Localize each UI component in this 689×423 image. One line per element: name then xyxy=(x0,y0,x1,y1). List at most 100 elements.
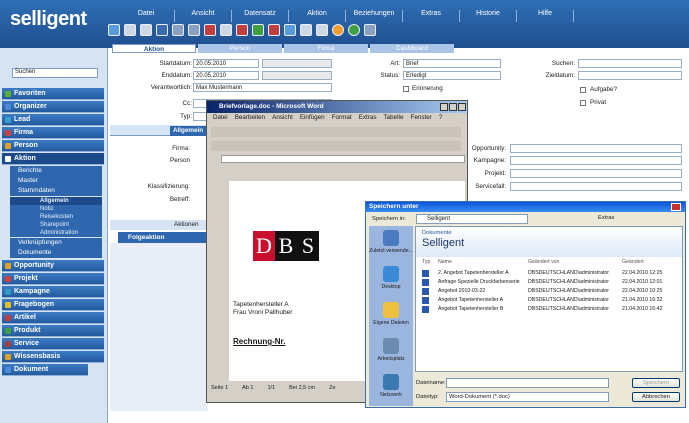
list-icon[interactable] xyxy=(316,24,328,36)
word-menu-tabelle[interactable]: Tabelle xyxy=(384,114,404,124)
folgeaktion-tab[interactable]: Folgeaktion xyxy=(118,232,208,243)
sidebar-sub-administration[interactable]: Administration xyxy=(10,229,102,237)
folder-select[interactable]: Selligent xyxy=(416,214,528,224)
sidebar-item-wissensbasis[interactable]: Wissensbasis xyxy=(2,351,104,363)
sidebar-item-produkt[interactable]: Produkt xyxy=(2,325,104,337)
word-menu-help[interactable]: ? xyxy=(439,114,443,124)
projekt-field[interactable] xyxy=(510,169,682,178)
servicefall-field[interactable] xyxy=(510,182,682,191)
menu-hilfe[interactable]: Hilfe xyxy=(517,10,574,22)
enddatum-time-field[interactable] xyxy=(262,71,332,80)
tab-allgemein[interactable]: Allgemein xyxy=(170,126,210,136)
sidebar-item-dokument[interactable]: Dokument xyxy=(2,364,88,376)
word-menu-fenster[interactable]: Fenster xyxy=(410,114,431,124)
file-row[interactable]: Angebot 2010-03-22 DBSDEUTSCHLAND\admini… xyxy=(422,288,680,296)
open-icon[interactable] xyxy=(124,24,136,36)
sidebar-item-person[interactable]: Person xyxy=(2,140,104,152)
enddatum-field[interactable]: 20.05.2010 xyxy=(193,71,259,80)
sidebar-item-service[interactable]: Service xyxy=(2,338,104,350)
sidebar-item-opportunity[interactable]: Opportunity xyxy=(2,260,104,272)
place-eigene-dateien[interactable]: Eigene Dateien xyxy=(369,302,413,326)
menu-beziehungen[interactable]: Beziehungen xyxy=(346,10,403,22)
save-icon[interactable] xyxy=(156,24,168,36)
sidebar-sub-reisekosten[interactable]: Reisekosten xyxy=(10,213,102,221)
startdatum-time-field[interactable] xyxy=(262,59,332,68)
word-menu-bearbeiten[interactable]: Bearbeiten xyxy=(235,114,265,124)
sidebar-item-aktion[interactable]: Aktion xyxy=(2,153,104,165)
sidebar-item-projekt[interactable]: Projekt xyxy=(2,273,104,285)
close-icon[interactable] xyxy=(458,103,466,111)
place-zuletzt[interactable]: Zuletzt verwende... xyxy=(369,230,413,254)
sidebar-item-firma[interactable]: Firma xyxy=(2,127,104,139)
kampagne-field[interactable] xyxy=(510,156,682,165)
tab-dashboard[interactable]: Dashboard xyxy=(370,44,454,53)
sidebar-item-favoriten[interactable]: Favoriten xyxy=(2,88,104,100)
copy-icon[interactable] xyxy=(140,24,152,36)
tab-firma[interactable]: Firma xyxy=(284,44,368,53)
extras-menu[interactable]: Extras xyxy=(598,215,614,221)
place-netzwerk[interactable]: Netzwerk xyxy=(369,374,413,398)
privat-checkbox[interactable] xyxy=(580,100,586,106)
word-toolbar[interactable] xyxy=(211,127,461,137)
minimize-icon[interactable] xyxy=(440,103,448,111)
file-row[interactable]: Anfrage Spezielle Druckfarbenserie DBSDE… xyxy=(422,279,680,287)
speichern-button[interactable]: Speichern xyxy=(632,378,680,388)
sidebar-sub-sharepoint[interactable]: Sharepoint xyxy=(10,221,102,229)
grid-icon[interactable] xyxy=(284,24,296,36)
file-row[interactable]: Angebot Tapetenhersteller A DBSDEUTSCHLA… xyxy=(422,297,680,305)
menu-historie[interactable]: Historie xyxy=(460,10,517,22)
sidebar-search-input[interactable]: Suchen xyxy=(12,68,98,78)
sidebar-item-artikel[interactable]: Artikel xyxy=(2,312,104,324)
word-menu-datei[interactable]: Datei xyxy=(213,114,228,124)
delete-icon[interactable] xyxy=(236,24,248,36)
sidebar-item-organizer[interactable]: Organizer xyxy=(2,101,104,113)
dateiname-input[interactable] xyxy=(446,378,609,388)
sidebar-item-fragebogen[interactable]: Fragebogen xyxy=(2,299,104,311)
status-icon[interactable] xyxy=(332,24,344,36)
word-menu-ansicht[interactable]: Ansicht xyxy=(272,114,293,124)
word-format-toolbar[interactable] xyxy=(211,141,461,151)
menu-aktion[interactable]: Aktion xyxy=(289,10,346,22)
sidebar-sub-master[interactable]: Master xyxy=(10,176,102,186)
startdatum-field[interactable]: 20.05.2010 xyxy=(193,59,259,68)
sidebar-item-kampagne[interactable]: Kampagne xyxy=(2,286,104,298)
aufgabe-checkbox[interactable] xyxy=(580,87,586,93)
place-arbeitsplatz[interactable]: Arbeitsplatz xyxy=(369,338,413,362)
erinnerung-checkbox[interactable] xyxy=(403,86,409,92)
word-menu-einfuegen[interactable]: Einfügen xyxy=(300,114,325,124)
menu-extras[interactable]: Extras xyxy=(403,10,460,22)
sidebar-sub-dokumente[interactable]: Dokumente xyxy=(10,248,102,258)
new-icon[interactable] xyxy=(108,24,120,36)
sidebar-sub-notiz[interactable]: Notiz xyxy=(10,205,102,213)
menu-datensatz[interactable]: Datensatz xyxy=(232,10,289,22)
report-icon[interactable] xyxy=(204,24,216,36)
dateityp-select[interactable]: Word-Dokument (*.doc) xyxy=(446,392,609,402)
file-row[interactable]: Angebot Tapetenhersteller B DBSDEUTSCHLA… xyxy=(422,306,680,314)
place-desktop[interactable]: Desktop xyxy=(369,266,413,290)
dialog-close-icon[interactable] xyxy=(671,203,681,211)
art-select[interactable]: Brief xyxy=(403,59,501,68)
zieldatum-field[interactable] xyxy=(578,71,682,80)
suchen-field[interactable] xyxy=(578,59,682,68)
tab-aktion[interactable]: Aktion xyxy=(112,44,196,53)
help-icon[interactable] xyxy=(348,24,360,36)
sidebar-sub-allgemein[interactable]: Allgemein xyxy=(10,197,102,205)
file-row[interactable]: 2. Angebot Tapetenhersteller A DBSDEUTSC… xyxy=(422,270,680,278)
settings-icon[interactable] xyxy=(364,24,376,36)
sidebar-sub-berichte[interactable]: Berichte xyxy=(10,166,102,176)
print-icon[interactable] xyxy=(172,24,184,36)
abbrechen-button[interactable]: Abbrechen xyxy=(632,392,680,402)
opportunity-field[interactable] xyxy=(510,144,682,153)
status-select[interactable]: Erledigt xyxy=(403,71,501,80)
link-icon[interactable] xyxy=(252,24,264,36)
home-icon[interactable] xyxy=(268,24,280,36)
window-icon[interactable] xyxy=(300,24,312,36)
page-icon[interactable] xyxy=(220,24,232,36)
sidebar-item-lead[interactable]: Lead xyxy=(2,114,104,126)
tab-person[interactable]: Person xyxy=(198,44,282,53)
print-preview-icon[interactable] xyxy=(188,24,200,36)
verantwortlich-field[interactable]: Max Mustermann xyxy=(193,83,332,92)
sidebar-sub-verknuepfungen[interactable]: Verknüpfungen xyxy=(10,238,102,248)
word-menu-extras[interactable]: Extras xyxy=(359,114,377,124)
menu-datei[interactable]: Datei xyxy=(118,10,175,22)
